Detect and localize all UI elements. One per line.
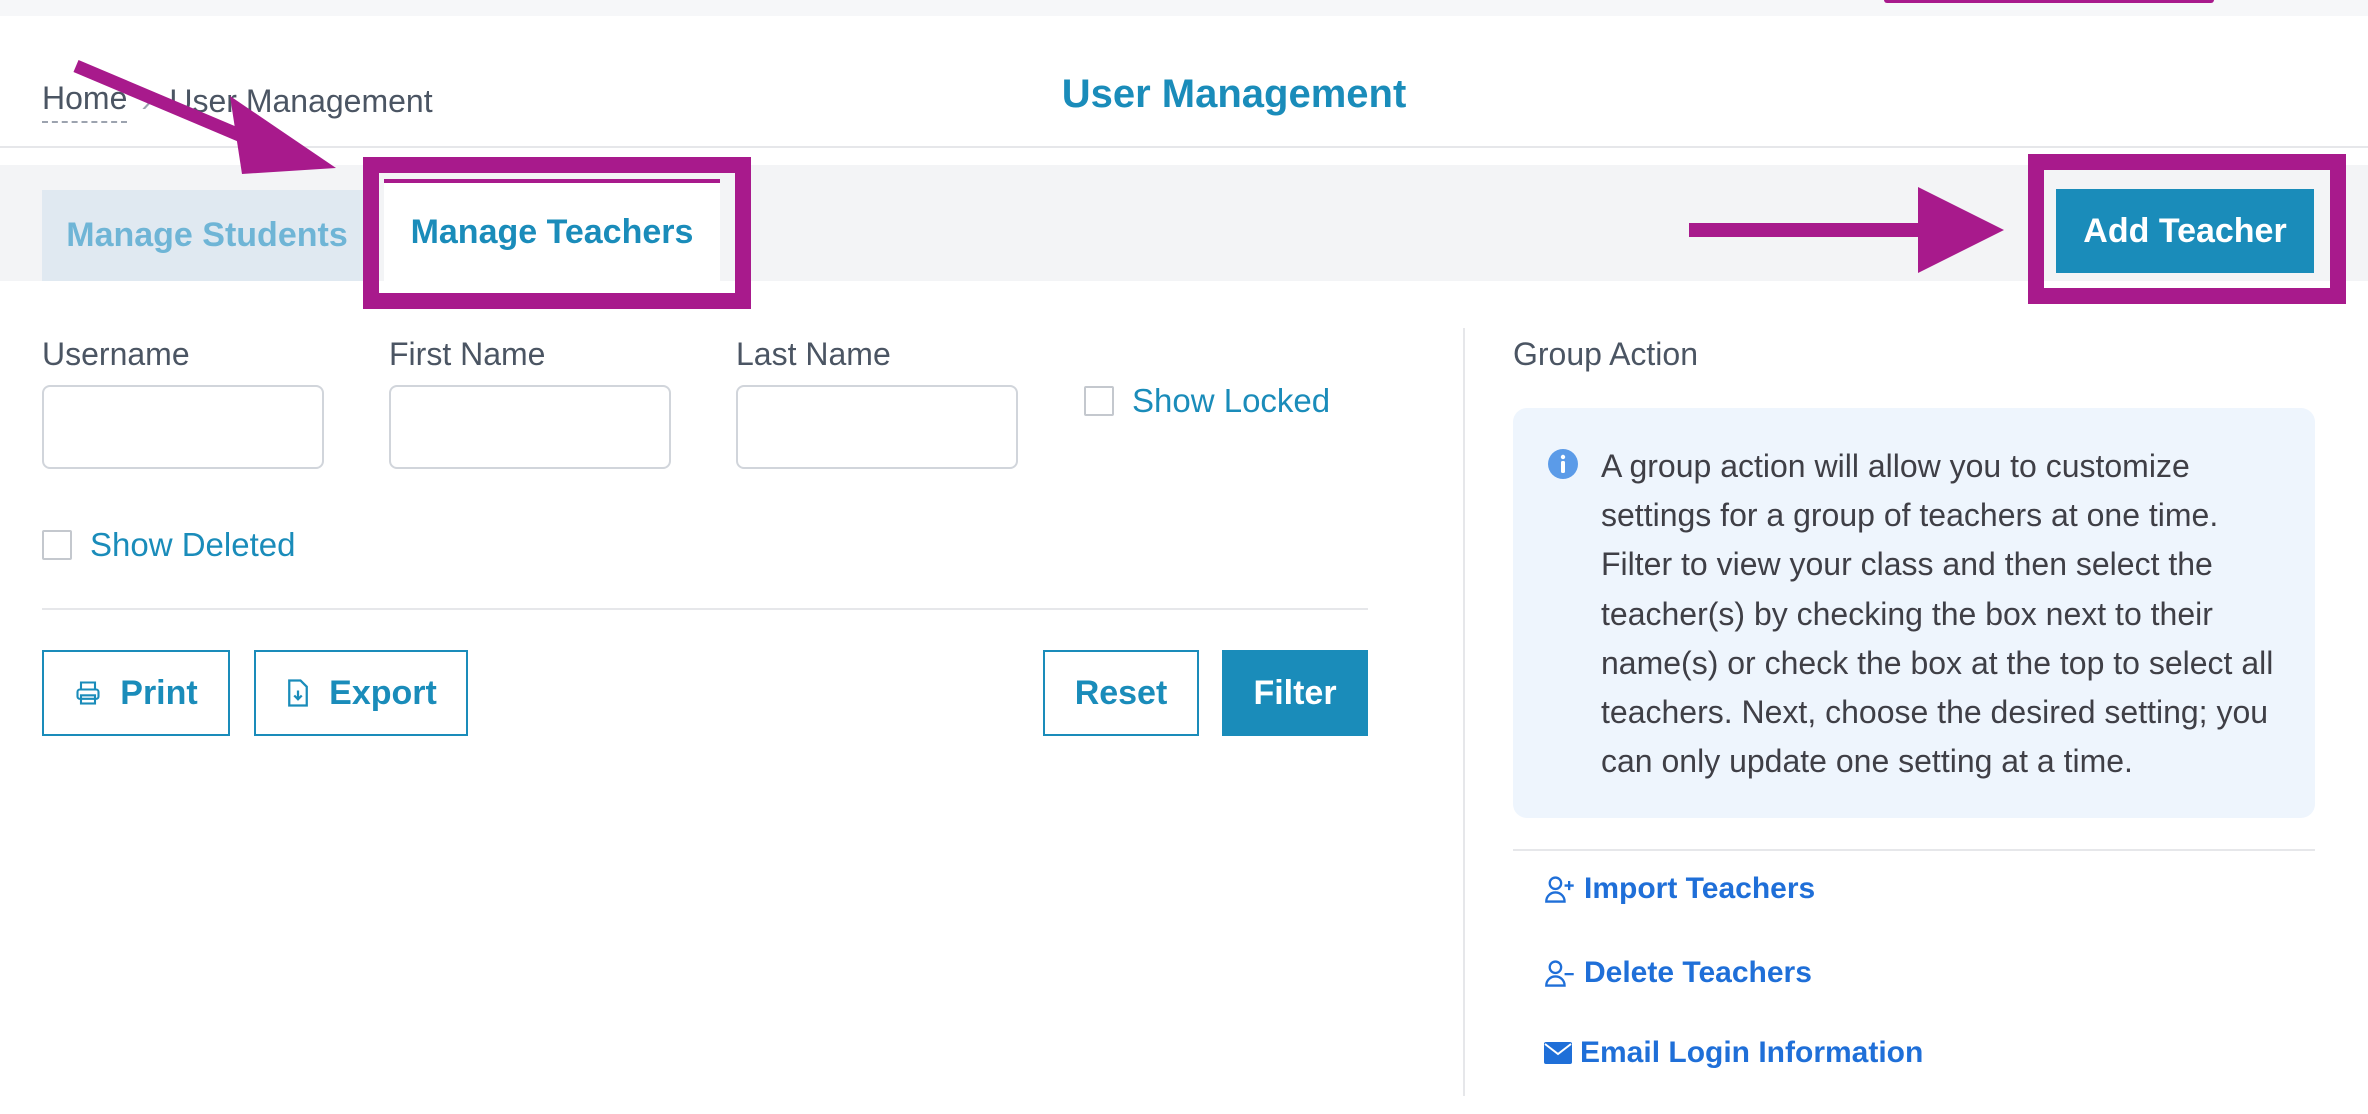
top-accent-bar: [1884, 0, 2214, 3]
username-label: Username: [42, 336, 190, 372]
file-export-icon: [288, 679, 309, 707]
page-header: Home › User Management User Management: [0, 16, 2368, 148]
envelope-icon: [1544, 1042, 1572, 1064]
show-deleted-option[interactable]: Show Deleted: [42, 526, 295, 564]
import-teachers-label: Import Teachers: [1584, 872, 1816, 905]
last-name-label: Last Name: [736, 336, 891, 372]
show-deleted-checkbox[interactable]: [42, 530, 72, 560]
info-icon: [1548, 449, 1578, 479]
page-title: User Management: [1061, 72, 1407, 116]
user-minus-icon: [1545, 960, 1574, 987]
first-name-label: First Name: [389, 336, 546, 372]
tab-manage-students[interactable]: Manage Students: [42, 190, 372, 281]
filter-button[interactable]: Filter: [1222, 650, 1368, 736]
highlight-box-tab: [363, 157, 751, 309]
highlight-box-add-teacher: [2028, 154, 2346, 304]
vertical-divider: [1463, 328, 1465, 1096]
delete-teachers-label: Delete Teachers: [1584, 956, 1812, 989]
last-name-input[interactable]: [736, 385, 1018, 469]
export-button-label: Export: [329, 673, 437, 712]
group-action-info-box: A group action will allow you to customi…: [1513, 408, 2315, 818]
show-locked-checkbox[interactable]: [1084, 386, 1114, 416]
printer-icon: [76, 681, 100, 705]
print-button-label: Print: [120, 673, 198, 712]
delete-teachers-link[interactable]: Delete Teachers: [1544, 956, 1812, 990]
print-button[interactable]: Print: [42, 650, 230, 736]
email-login-info-label: Email Login Information: [1580, 1036, 1924, 1069]
export-button[interactable]: Export: [254, 650, 468, 736]
username-input[interactable]: [42, 385, 324, 469]
show-locked-option[interactable]: Show Locked: [1084, 382, 1330, 420]
group-action-info-text: A group action will allow you to customi…: [1601, 448, 2274, 780]
tab-bar: Manage Students Manage Teachers Add Teac…: [0, 165, 2368, 281]
email-login-info-link[interactable]: Email Login Information: [1544, 1036, 1923, 1070]
filter-divider: [42, 608, 1368, 610]
show-deleted-label[interactable]: Show Deleted: [90, 526, 295, 564]
reset-button[interactable]: Reset: [1043, 650, 1199, 736]
group-action-title: Group Action: [1513, 336, 1698, 372]
show-locked-label[interactable]: Show Locked: [1132, 382, 1330, 420]
user-plus-icon: [1545, 876, 1574, 903]
first-name-input[interactable]: [389, 385, 671, 469]
group-action-divider: [1513, 849, 2315, 851]
import-teachers-link[interactable]: Import Teachers: [1544, 872, 1815, 906]
